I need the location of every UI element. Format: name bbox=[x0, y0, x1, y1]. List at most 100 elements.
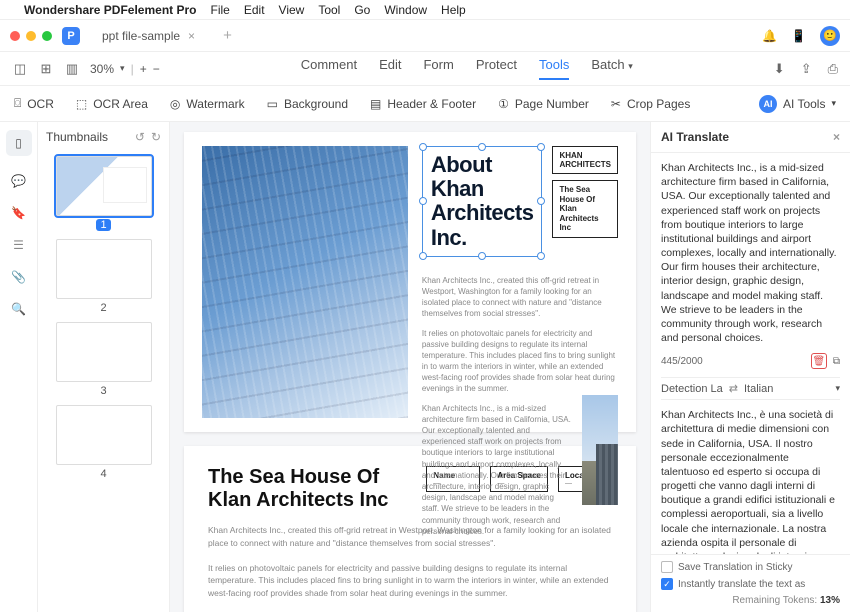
thumbnail-page-4[interactable]: 4 bbox=[48, 405, 159, 480]
selected-text-box[interactable]: About Khan Architects Inc. bbox=[422, 146, 543, 257]
resize-handle[interactable] bbox=[478, 252, 486, 260]
layers-tab-icon[interactable]: ☰ bbox=[13, 238, 24, 252]
body-text: It relies on photovoltaic panels for ele… bbox=[208, 562, 612, 600]
tab-comment[interactable]: Comment bbox=[301, 57, 357, 80]
thumbnails-title: Thumbnails bbox=[46, 130, 108, 144]
zoom-in-button[interactable]: + bbox=[140, 62, 147, 76]
menu-view[interactable]: View bbox=[279, 3, 305, 17]
zoom-out-button[interactable]: − bbox=[153, 62, 160, 76]
tab-batch[interactable]: Batch ▾ bbox=[591, 57, 632, 80]
header-footer-button[interactable]: ▤Header & Footer bbox=[370, 97, 476, 111]
copy-icon[interactable]: ⧉ bbox=[833, 356, 840, 367]
close-panel-icon[interactable]: × bbox=[833, 130, 840, 144]
attachments-tab-icon[interactable]: 📎 bbox=[11, 270, 26, 284]
zoom-value: 30% bbox=[90, 62, 114, 76]
share-icon[interactable]: ⇪ bbox=[801, 61, 812, 77]
comments-tab-icon[interactable]: 💬 bbox=[11, 174, 26, 188]
checkbox-on-icon[interactable]: ✓ bbox=[661, 578, 673, 590]
resize-handle[interactable] bbox=[537, 197, 545, 205]
language-selector[interactable]: Detection La ⇄ Italian ▾ bbox=[661, 377, 840, 400]
ai-icon: AI bbox=[759, 95, 777, 113]
source-lang[interactable]: Detection La bbox=[661, 383, 723, 395]
left-sidebar-rail: ▯ 💬 🔖 ☰ 📎 🔍 bbox=[0, 122, 38, 612]
bell-icon[interactable]: 🔔 bbox=[762, 29, 777, 43]
crop-icon: ✂ bbox=[611, 97, 621, 111]
source-text[interactable]: Khan Architects Inc., is a mid-sized arc… bbox=[661, 161, 840, 345]
watermark-button[interactable]: ◎Watermark bbox=[170, 97, 245, 111]
thumbnails-tab-icon[interactable]: ▯ bbox=[6, 130, 32, 156]
close-tab-icon[interactable]: × bbox=[188, 29, 195, 43]
option-label: Instantly translate the text as bbox=[678, 579, 805, 590]
minimize-window-icon[interactable] bbox=[26, 31, 36, 41]
page-heading: About Khan Architects Inc. bbox=[431, 153, 534, 250]
app-name[interactable]: Wondershare PDFelement Pro bbox=[24, 3, 197, 17]
menu-window[interactable]: Window bbox=[384, 3, 427, 17]
char-count: 445/2000 bbox=[661, 356, 703, 367]
chevron-down-icon[interactable]: ▾ bbox=[120, 63, 125, 74]
swap-languages-icon[interactable]: ⇄ bbox=[729, 382, 738, 395]
menu-edit[interactable]: Edit bbox=[244, 3, 265, 17]
translated-text: Khan Architects Inc., è una società di a… bbox=[661, 408, 840, 554]
menu-tool[interactable]: Tool bbox=[318, 3, 340, 17]
search-tab-icon[interactable]: 🔍 bbox=[11, 302, 26, 316]
resize-handle[interactable] bbox=[419, 197, 427, 205]
user-avatar[interactable]: 🙂 bbox=[820, 26, 840, 46]
main-content: ▯ 💬 🔖 ☰ 📎 🔍 Thumbnails ↺ ↻ 1 2 3 4 bbox=[0, 122, 850, 612]
tab-form[interactable]: Form bbox=[423, 57, 453, 80]
ai-tools-button[interactable]: AIAI Tools▾ bbox=[759, 95, 836, 113]
new-tab-button[interactable]: + bbox=[223, 27, 232, 44]
bookmarks-tab-icon[interactable]: 🔖 bbox=[11, 206, 26, 220]
sidebar-toggle-icon[interactable]: ◫ bbox=[12, 61, 28, 77]
thumbnails-panel: Thumbnails ↺ ↻ 1 2 3 4 bbox=[38, 122, 170, 612]
option-save-sticky[interactable]: Save Translation in Sticky bbox=[661, 561, 840, 573]
crop-pages-button[interactable]: ✂Crop Pages bbox=[611, 97, 690, 111]
menu-help[interactable]: Help bbox=[441, 3, 466, 17]
tab-tools[interactable]: Tools bbox=[539, 57, 569, 80]
tab-edit[interactable]: Edit bbox=[379, 57, 401, 80]
app-icon: P bbox=[62, 27, 80, 45]
thumbnail-page-3[interactable]: 3 bbox=[48, 322, 159, 397]
option-instant-translate[interactable]: ✓ Instantly translate the text as bbox=[661, 578, 840, 590]
ocr-button[interactable]: ⌼OCR bbox=[14, 96, 54, 111]
background-button[interactable]: ▭Background bbox=[267, 97, 348, 111]
cloud-download-icon[interactable]: ⬇︎ bbox=[774, 61, 785, 77]
checkbox-off-icon[interactable] bbox=[661, 561, 673, 573]
resize-handle[interactable] bbox=[537, 143, 545, 151]
thumbnail-page-1[interactable]: 1 bbox=[48, 156, 159, 231]
header-footer-icon: ▤ bbox=[370, 97, 381, 111]
print-icon[interactable]: ⎙ bbox=[828, 61, 838, 77]
grid-view-icon[interactable]: ⊞ bbox=[38, 61, 54, 77]
zoom-window-icon[interactable] bbox=[42, 31, 52, 41]
rotate-cw-icon[interactable]: ↻ bbox=[151, 130, 161, 144]
thumbnail-page-2[interactable]: 2 bbox=[48, 239, 159, 314]
info-label: The Sea House Of Klan Architects Inc bbox=[552, 180, 618, 238]
document-tab[interactable]: ppt file-sample × bbox=[90, 25, 207, 47]
window-controls[interactable] bbox=[10, 31, 52, 41]
resize-handle[interactable] bbox=[537, 252, 545, 260]
menu-go[interactable]: Go bbox=[354, 3, 370, 17]
tab-protect[interactable]: Protect bbox=[476, 57, 517, 80]
body-text: It relies on photovoltaic panels for ele… bbox=[422, 328, 618, 395]
page-number-button[interactable]: ①Page Number bbox=[498, 97, 589, 111]
mobile-icon[interactable]: 📱 bbox=[791, 29, 806, 43]
body-text: Khan Architects Inc., is a mid-sized arc… bbox=[422, 403, 572, 537]
delete-icon[interactable]: 🗑 bbox=[811, 353, 827, 369]
ocr-area-button[interactable]: ⬚OCR Area bbox=[76, 97, 148, 111]
resize-handle[interactable] bbox=[478, 143, 486, 151]
ai-panel-title: AI Translate bbox=[661, 130, 729, 144]
page-num: 4 bbox=[100, 468, 106, 480]
option-label: Save Translation in Sticky bbox=[678, 562, 793, 573]
target-lang[interactable]: Italian bbox=[744, 383, 773, 395]
tab-title: ppt file-sample bbox=[102, 29, 180, 43]
brand-label: KHAN ARCHITECTS bbox=[552, 146, 618, 174]
zoom-control[interactable]: 30% ▾ | + − bbox=[90, 62, 160, 76]
menu-file[interactable]: File bbox=[211, 3, 230, 17]
chevron-down-icon: ▾ bbox=[831, 98, 836, 109]
document-viewport[interactable]: About Khan Architects Inc. KHAN ARCHITEC… bbox=[170, 122, 650, 612]
split-view-icon[interactable]: ▥ bbox=[64, 61, 80, 77]
resize-handle[interactable] bbox=[419, 143, 427, 151]
chevron-down-icon[interactable]: ▾ bbox=[835, 383, 840, 394]
resize-handle[interactable] bbox=[419, 252, 427, 260]
rotate-ccw-icon[interactable]: ↺ bbox=[135, 130, 145, 144]
close-window-icon[interactable] bbox=[10, 31, 20, 41]
